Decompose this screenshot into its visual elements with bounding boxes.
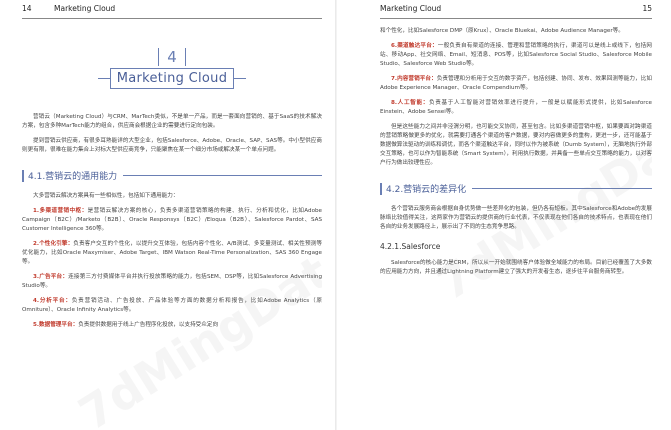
section-bar [380,182,382,195]
section-rule [123,175,322,176]
left-page-number: 14 [22,4,32,13]
section-rule [472,188,652,189]
left-running-head: Marketing Cloud [54,4,116,13]
chapter-rule-left [97,78,110,79]
right-page: Marketing Cloud 15 和个性化，比如Salesforce DMP… [380,0,652,430]
differentiation-paragraph: 各个营销云服务商会根据自身优势做一些差异化的包装，但仍各有短板。其中Salesf… [380,206,652,230]
salesforce-paragraph: Salesforce的核心能力是CRM，所以从一开始就围绕客户体验做全域能力的布… [380,260,652,275]
book-gutter [335,0,337,430]
intro-paragraph-1: 营销云（Marketing Cloud）与CRM、MarTech类似，不是单一产… [22,114,322,129]
capability-item-6: 6.渠道触达平台：一般负责自有渠道的连接、管理和营销策略的执行，渠道可以是线上或… [380,43,652,67]
capability-item-2: 2.个性化引擎：负责客户交互的个性化，以提升交互体验，包括内容个性化、A/B测试… [22,241,322,265]
continued-text: 和个性化，比如Salesforce DMP（原Krux）、Oracle Blue… [380,28,624,34]
chapter-number: 4 [158,48,186,66]
chapter-title: Marketing Cloud [109,68,235,89]
section-bar [22,169,24,182]
section-heading-4-2: 4.2.营销云的差异化 [380,182,652,195]
capability-item-1: 1.多渠道营销中枢：是营销云解决方案的核心，负责多渠道营销策略的构建、执行、分析… [22,208,322,232]
intro-paragraph-2: 提到营销云供应商，有很多耳熟能详的大型企业，包括Salesforce、Adobe… [22,138,322,153]
section-title: 4.2.营销云的差异化 [386,185,467,195]
section-heading-4-1: 4.1.营销云的通用能力 [22,169,322,182]
left-page: 14 Marketing Cloud 4 Marketing Cloud 营销云… [22,0,322,430]
capability-item-7: 7.内容营销平台：负责管理和分析用于交互的数字资产，包括创建、协同、发布、效果回… [380,76,652,91]
section-title: 4.1.营销云的通用能力 [28,172,118,182]
section-intro: 大多营销云解决方案具有一些相似性，包括如下通用能力： [33,193,179,199]
right-running-head: Marketing Cloud [380,4,442,13]
right-page-number: 15 [642,4,652,13]
right-running-header: Marketing Cloud 15 [380,0,652,19]
chapter-rule-right [234,78,247,79]
capability-item-5: 5.数据管理平台：负责提供数据用于线上广告程序化投放，以支持受众定向 [33,322,219,328]
capability-item-3: 3.广告平台：连接第三方付费媒体平台并执行投放策略的能力，包括SEM、DSP等，… [22,274,322,289]
capability-item-8: 8.人工智能：负责基于人工智能对营销效率进行提升，一般是以赋能形式提供，比如Sa… [380,100,652,115]
book-spread: 14 Marketing Cloud 4 Marketing Cloud 营销云… [0,0,671,430]
capability-item-4: 4.分析平台：负责营销活动、广告投放、产品体验等方面的数据分析和报告，比如Ado… [22,298,322,313]
chapter-heading: 4 Marketing Cloud [97,47,247,89]
overlap-paragraph: 但是这些能力之间并非泾渭分明，也可能交叉协同，甚至包含。比如多渠道营销中枢，如果… [380,124,652,166]
subsection-heading-4-2-1: 4.2.1.Salesforce [380,242,441,251]
left-running-header: 14 Marketing Cloud [22,0,322,19]
